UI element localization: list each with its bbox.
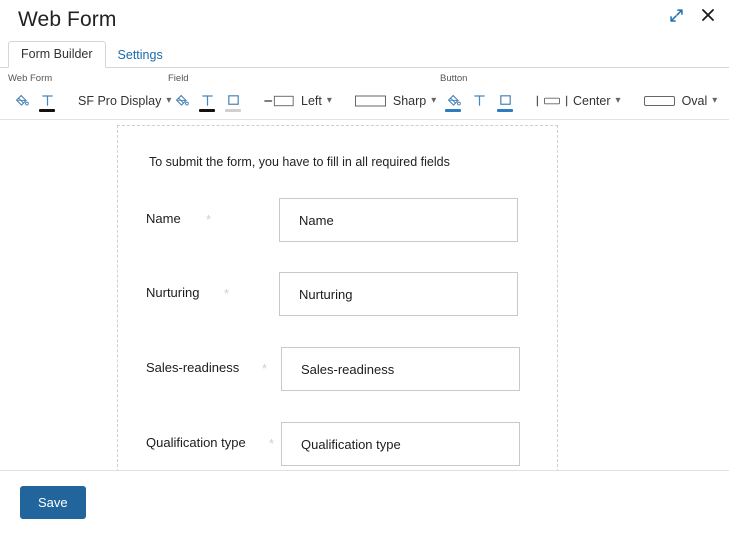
chevron-down-icon: ▾ [431,94,437,106]
title-bar: Web Form [0,0,729,38]
chevron-down-icon: ▾ [326,94,332,106]
form-canvas-area: To submit the form, you have to fill in … [0,120,729,470]
page-title: Web Form [18,7,117,31]
field-input[interactable]: Qualification type [281,422,520,466]
web-form-window: Web Form Form Builder Settings Web Form … [0,0,729,544]
button-shape-dropdown[interactable]: Oval ▾ [639,92,722,110]
field-input[interactable]: Nurturing [279,272,518,316]
border-color-swatch [225,108,241,112]
button-alignment-dropdown[interactable]: Center ▾ [532,92,625,110]
field-input[interactable]: Name [279,198,518,242]
required-marker: * [269,436,275,451]
field-shape-dropdown[interactable]: Sharp ▾ [350,92,440,110]
tab-form-builder-label: Form Builder [21,46,93,61]
button-alignment-value: Center [573,93,611,108]
text-color-swatch [199,108,215,112]
toolbar-group-field: Field Left ▾ Sharp ▾ [168,74,440,114]
expand-icon[interactable] [667,6,685,24]
toolbar-group-web-form-label: Web Form [8,73,53,84]
required-fields-notice: To submit the form, you have to fill in … [149,155,450,169]
fill-color-icon[interactable] [440,88,466,114]
fill-color-swatch [445,108,461,112]
label-alignment-dropdown[interactable]: Left ▾ [260,92,336,110]
form-canvas: To submit the form, you have to fill in … [117,125,558,470]
oval-rect-icon [643,94,677,108]
sharp-rect-icon [354,94,388,108]
formatting-toolbar: Web Form SF Pro Display ▾ Field Left ▾ S… [0,68,729,120]
align-center-icon [536,94,568,108]
label-alignment-value: Left [301,93,322,108]
field-input[interactable]: Sales-readiness [281,347,520,391]
field-shape-value: Sharp [392,93,427,108]
form-field-row: Qualification type * Qualification type [118,420,557,466]
fill-color-icon[interactable] [8,88,34,114]
tab-bar: Form Builder Settings [0,38,729,68]
toolbar-group-button: Button Center ▾ Oval ▾ [440,74,721,114]
field-label: Name [146,211,181,226]
form-field-row: Nurturing * Nurturing [118,270,557,316]
chevron-down-icon: ▾ [712,94,718,106]
form-field-row: Name * Name [118,196,557,242]
text-color-swatch [39,108,55,112]
tab-form-builder[interactable]: Form Builder [8,40,106,68]
font-family-dropdown[interactable]: SF Pro Display ▾ [74,92,175,110]
save-button[interactable]: Save [20,486,86,519]
field-label: Nurturing [146,285,200,300]
chevron-down-icon: ▾ [615,94,621,106]
window-controls [667,6,717,24]
align-left-icon [264,94,296,108]
toolbar-group-web-form: Web Form SF Pro Display ▾ [8,74,175,114]
required-marker: * [224,286,230,301]
text-color-icon[interactable] [466,88,492,114]
tab-settings-label: Settings [117,47,163,62]
border-color-icon[interactable] [492,88,518,114]
field-label: Qualification type [146,435,246,450]
footer-bar: Save [0,470,729,532]
text-color-icon[interactable] [34,88,60,114]
border-color-icon[interactable] [220,88,246,114]
font-family-value: SF Pro Display [78,93,162,108]
required-marker: * [206,212,212,227]
border-color-swatch [497,108,513,112]
toolbar-group-button-label: Button [440,73,468,84]
tab-settings[interactable]: Settings [106,43,175,69]
field-label: Sales-readiness [146,360,240,375]
toolbar-group-field-label: Field [168,73,189,84]
close-icon[interactable] [699,6,717,24]
fill-color-icon[interactable] [168,88,194,114]
form-field-row: Sales-readiness * Sales-readiness [118,345,557,391]
button-shape-value: Oval [681,93,708,108]
required-marker: * [262,361,268,376]
text-color-icon[interactable] [194,88,220,114]
